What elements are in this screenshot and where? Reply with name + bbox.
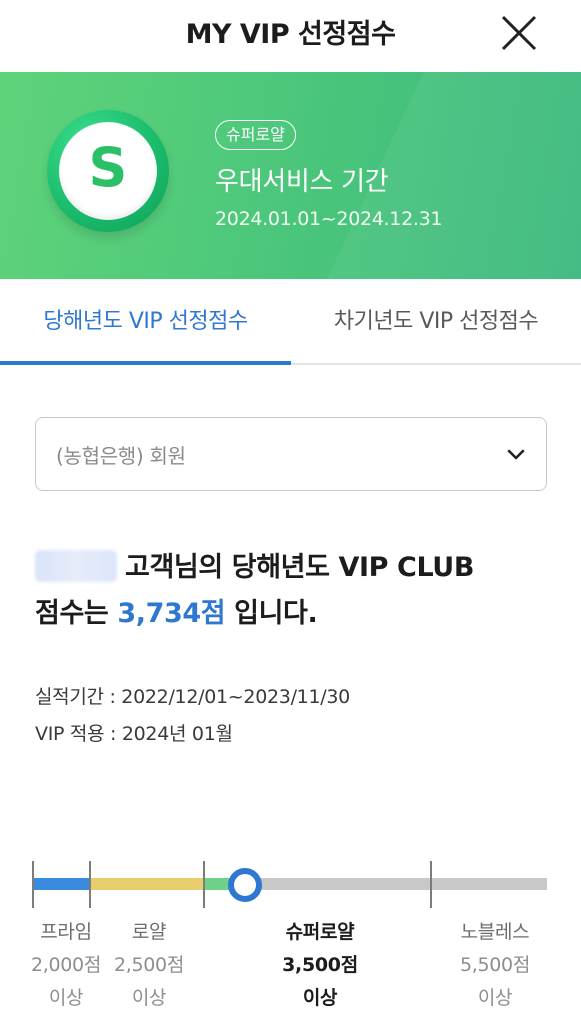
tier-label-prime: 프라임 2,000점 이상 xyxy=(28,916,104,1015)
vip-grade-banner: S 슈퍼로얄 우대서비스 기간 2024.01.01~2024.12.31 xyxy=(0,72,581,279)
grade-badge-letter: S xyxy=(88,136,128,199)
grade-badge-inner: S xyxy=(59,122,157,220)
tier-marker-prime xyxy=(32,861,34,908)
tier-suffix: 이상 xyxy=(48,987,84,1009)
chevron-down-icon xyxy=(507,449,525,460)
tab-active-indicator xyxy=(0,361,291,365)
customer-name-masked xyxy=(35,550,117,582)
service-period: 2024.01.01~2024.12.31 xyxy=(215,208,443,230)
tier-suffix: 이상 xyxy=(302,987,338,1009)
tier-threshold: 5,500점 xyxy=(459,954,531,976)
grade-badge-icon: S xyxy=(47,110,169,232)
progress-segment-royal xyxy=(90,878,204,890)
tab-current-year[interactable]: 당해년도 VIP 선정점수 xyxy=(0,279,291,365)
tier-name: 노블레스 xyxy=(460,921,530,943)
score-summary: 고객님의 당해년도 VIP CLUB 점수는 3,734점 입니다. xyxy=(35,545,474,637)
current-score-marker xyxy=(228,868,262,902)
close-icon[interactable] xyxy=(494,8,544,58)
performance-period: 실적기간 : 2022/12/01~2023/11/30 xyxy=(35,686,350,708)
tier-name: 프라임 xyxy=(40,921,92,943)
tier-name: 슈퍼로얄 xyxy=(285,921,355,943)
service-label: 우대서비스 기간 xyxy=(215,167,389,197)
tier-badge: 슈퍼로얄 xyxy=(215,120,296,150)
tier-marker-noblesse xyxy=(430,861,432,908)
tier-suffix: 이상 xyxy=(131,987,167,1009)
vip-apply-month: VIP 적용 : 2024년 01월 xyxy=(35,723,233,745)
tier-threshold: 2,500점 xyxy=(113,954,185,976)
summary-line1-text: 고객님의 당해년도 VIP CLUB xyxy=(125,552,475,583)
tier-name: 로얄 xyxy=(131,921,167,943)
summary-line-2: 점수는 3,734점 입니다. xyxy=(35,591,474,637)
summary-line2-prefix: 점수는 xyxy=(35,598,118,629)
score-tabs: 당해년도 VIP 선정점수 차기년도 VIP 선정점수 xyxy=(0,279,581,365)
tier-marker-super-royal xyxy=(203,861,205,908)
app-header: MY VIP 선정점수 xyxy=(0,0,581,72)
tier-threshold: 2,000점 xyxy=(30,954,102,976)
tier-suffix: 이상 xyxy=(477,987,513,1009)
tier-label-noblesse: 노블레스 5,500점 이상 xyxy=(445,916,545,1015)
tab-next-year[interactable]: 차기년도 VIP 선정점수 xyxy=(291,279,581,365)
tier-threshold: 3,500점 xyxy=(282,954,358,976)
summary-line2-suffix: 입니다. xyxy=(225,598,318,629)
member-type-value: (농협은행) 회원 xyxy=(56,444,186,468)
tier-label-royal: 로얄 2,500점 이상 xyxy=(109,916,189,1015)
progress-segment-prime xyxy=(33,878,90,890)
member-type-select[interactable]: (농협은행) 회원 xyxy=(35,417,547,491)
vip-score-value: 3,734점 xyxy=(117,598,226,629)
tier-marker-royal xyxy=(89,861,91,908)
summary-line-1: 고객님의 당해년도 VIP CLUB xyxy=(35,545,474,591)
tier-label-super-royal: 슈퍼로얄 3,500점 이상 xyxy=(268,916,372,1015)
